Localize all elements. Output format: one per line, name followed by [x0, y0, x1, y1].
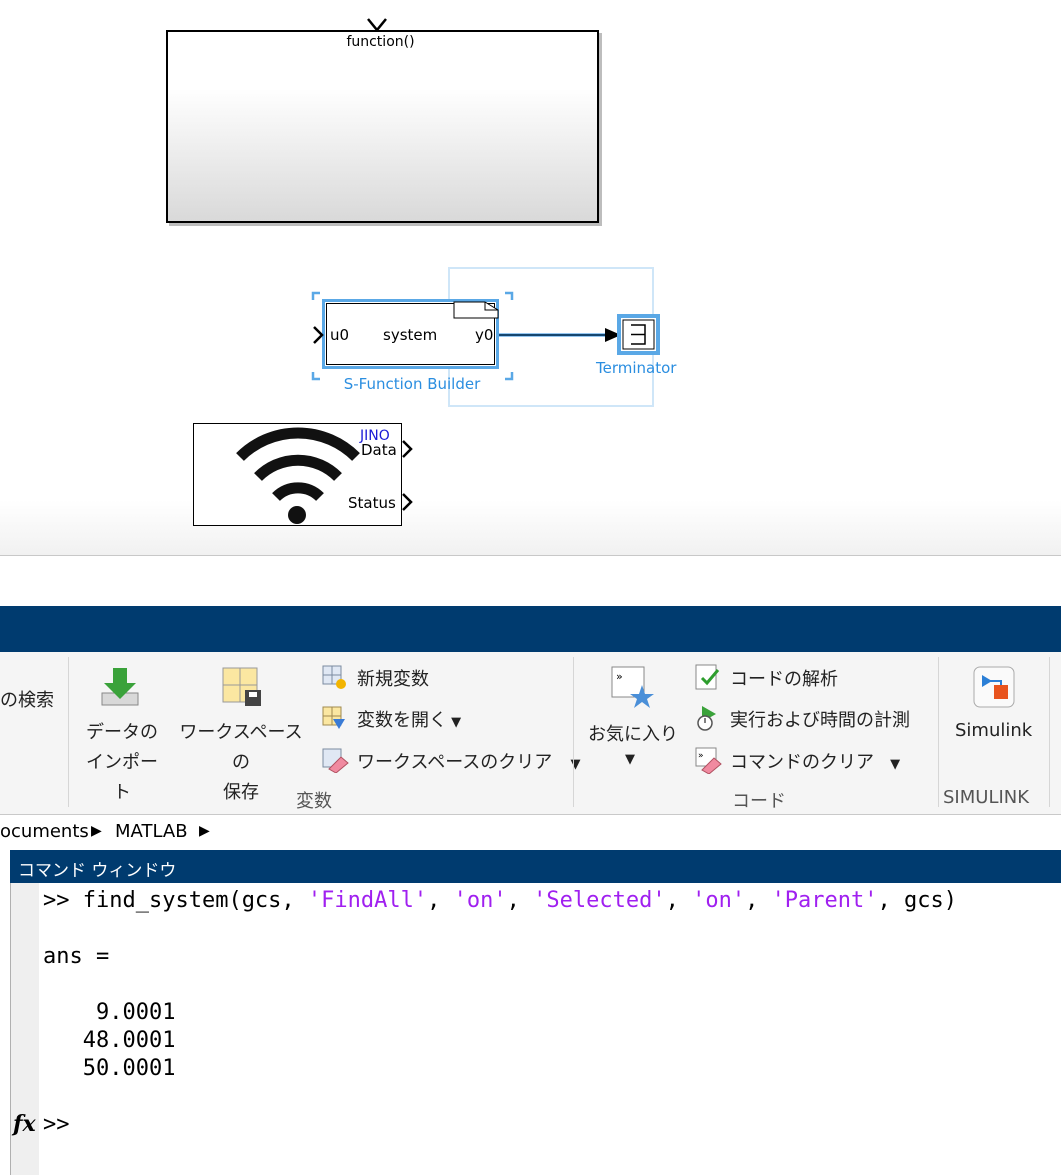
run-and-time-button[interactable]: 実行および時間の計測: [730, 706, 910, 732]
save-workspace-icon: [222, 667, 261, 706]
function-browser-icon[interactable]: fx: [13, 1111, 36, 1137]
import-data-line2: インポート: [86, 752, 158, 803]
data-port-label: Data: [361, 441, 397, 459]
function-block-label: function(): [346, 34, 415, 50]
matlab-title-bar: [0, 606, 1061, 652]
simulink-icon: [973, 666, 1015, 708]
new-variable-button[interactable]: 新規変数: [357, 665, 429, 691]
string-arg: 'on': [692, 888, 746, 913]
clear-workspace-icon: [322, 748, 349, 773]
command-text: find_system(gcs,: [82, 888, 308, 913]
command-end: , gcs): [877, 888, 958, 913]
prompt: >>: [43, 888, 70, 913]
variable-section-label: 変数: [296, 791, 332, 812]
path-segment-documents[interactable]: ocuments: [0, 821, 89, 842]
string-arg: 'Selected': [533, 888, 666, 913]
s-function-builder-name[interactable]: S-Function Builder: [322, 375, 502, 393]
save-workspace-line1: ワークスペースの: [179, 722, 303, 773]
output-port-arrow-icon: [402, 440, 413, 458]
code-section-label: コード: [732, 791, 786, 812]
arg-separator: ,: [745, 888, 772, 913]
path-chevron-icon[interactable]: ▶: [91, 823, 102, 839]
input-port-label: u0: [330, 326, 350, 344]
clear-commands-icon: »: [695, 747, 722, 774]
input-port-arrow-icon: [313, 326, 324, 344]
clear-workspace-button[interactable]: ワークスペースのクリア ▼: [357, 748, 580, 774]
analyze-code-icon: [695, 664, 720, 690]
import-data-button[interactable]: データの インポート: [82, 718, 162, 808]
string-arg: 'Parent': [771, 888, 878, 913]
panel-edge: [0, 850, 11, 1175]
import-data-line1: データの: [86, 722, 158, 743]
output-value: 50.0001: [43, 1056, 176, 1081]
clear-commands-label: コマンドのクリア: [730, 752, 874, 773]
ribbon-separator: [938, 657, 939, 807]
search-label[interactable]: の検索: [0, 686, 54, 712]
svg-text:»: »: [616, 670, 623, 683]
current-folder-path[interactable]: ocuments ▶ MATLAB ▶: [0, 815, 1061, 849]
save-workspace-button[interactable]: ワークスペースの 保存: [176, 718, 306, 808]
dropdown-arrow-icon[interactable]: ▼: [447, 715, 461, 730]
command-window[interactable]: [40, 883, 1061, 1175]
open-variable-label: 変数を開く: [357, 710, 447, 731]
output-value: 48.0001: [43, 1028, 176, 1053]
favorites-dropdown-arrow-icon[interactable]: ▼: [625, 752, 635, 767]
open-variable-icon: [322, 706, 345, 729]
ribbon-separator: [68, 657, 69, 807]
clear-commands-button[interactable]: コマンドのクリア ▼: [730, 748, 900, 774]
system-label: system: [383, 326, 438, 344]
svg-text:»: »: [698, 751, 704, 761]
path-chevron-icon[interactable]: ▶: [199, 823, 210, 839]
new-variable-icon: [322, 665, 346, 689]
arg-separator: ,: [427, 888, 454, 913]
trigger-port-icon: [367, 18, 387, 32]
output-value: 9.0001: [43, 1000, 176, 1025]
simulink-section-label: SIMULINK: [943, 787, 1030, 808]
signal-line[interactable]: [499, 325, 624, 345]
wifi-icon: [236, 427, 360, 524]
string-arg: 'FindAll': [307, 888, 428, 913]
import-data-icon: [101, 668, 139, 706]
string-arg: 'on': [453, 888, 507, 913]
dropdown-arrow-icon[interactable]: ▼: [886, 757, 900, 772]
favorites-icon: »: [611, 666, 654, 708]
output-port-arrow-icon: [402, 493, 413, 511]
ans-line: ans =: [43, 944, 110, 969]
output-port-label: y0: [475, 326, 494, 344]
favorites-button[interactable]: お気に入り: [588, 720, 678, 746]
arg-separator: ,: [506, 888, 534, 913]
clear-workspace-label: ワークスペースのクリア: [357, 752, 553, 773]
command-prompt[interactable]: >>: [43, 1112, 70, 1137]
ribbon-separator: [1049, 657, 1050, 807]
status-port-label: Status: [348, 494, 396, 512]
run-and-time-icon: [697, 706, 716, 731]
path-segment-matlab[interactable]: MATLAB: [115, 821, 188, 842]
command-line: >> find_system(gcs, 'FindAll', 'on', 'Se…: [43, 888, 957, 913]
command-window-title: コマンド ウィンドウ: [18, 861, 177, 881]
terminator-name[interactable]: Terminator: [596, 359, 676, 377]
save-workspace-line2: 保存: [223, 782, 259, 803]
command-window-title-bar: コマンド ウィンドウ: [10, 850, 1061, 883]
open-variable-button[interactable]: 変数を開く ▼: [357, 706, 461, 732]
terminator-block[interactable]: [617, 314, 660, 355]
window-gap: [0, 556, 1061, 606]
sfunction-page-icon: [453, 301, 499, 319]
function-call-subsystem-block[interactable]: [166, 30, 599, 223]
analyze-code-button[interactable]: コードの解析: [730, 665, 838, 691]
simulink-button[interactable]: Simulink: [955, 720, 1032, 741]
arg-separator: ,: [665, 888, 693, 913]
ribbon-separator: [573, 657, 574, 807]
